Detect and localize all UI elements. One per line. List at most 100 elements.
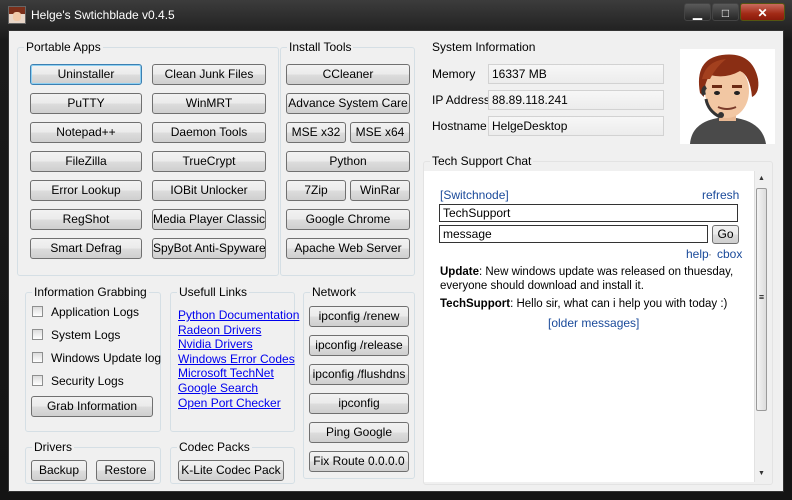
chat-message-author: TechSupport	[440, 298, 511, 310]
ipconfig-release-button[interactable]: ipconfig /release	[309, 335, 409, 356]
portable-apps-group: Portable Apps Uninstaller PuTTY Notepad+…	[17, 40, 279, 276]
ccleaner-button[interactable]: CCleaner	[286, 64, 410, 85]
information-grabbing-group: Information Grabbing Application Logs Sy…	[25, 285, 162, 432]
nvidia-drivers-link[interactable]: Nvidia Drivers	[178, 337, 253, 351]
regshot-button[interactable]: RegShot	[30, 209, 142, 230]
support-avatar-image	[680, 49, 775, 144]
window-title: Helge's Swtichblade v0.4.5	[31, 8, 175, 22]
help-cbox-separator: ·	[708, 247, 712, 261]
advance-system-care-button[interactable]: Advance System Care	[286, 93, 410, 114]
checkbox-box[interactable]	[32, 352, 43, 363]
ipconfig-flushdns-button[interactable]: ipconfig /flushdns	[309, 364, 409, 385]
k-lite-codec-pack-button[interactable]: K-Lite Codec Pack	[178, 460, 284, 481]
ip-address-label: IP Address	[432, 93, 490, 107]
python-documentation-link[interactable]: Python Documentation	[178, 308, 299, 322]
tech-support-chat-group: Tech Support Chat [Switchnode] refresh T…	[423, 154, 773, 485]
app-avatar-icon	[8, 6, 26, 24]
system-information-title: System Information	[430, 40, 538, 54]
truecrypt-button[interactable]: TrueCrypt	[152, 151, 266, 172]
ipconfig-button[interactable]: ipconfig	[309, 393, 409, 414]
client-area: Portable Apps Uninstaller PuTTY Notepad+…	[8, 30, 784, 492]
hostname-label: Hostname	[432, 119, 487, 133]
help-link[interactable]: help	[686, 247, 709, 261]
checkbox-box[interactable]	[32, 375, 43, 386]
smart-defrag-button[interactable]: Smart Defrag	[30, 238, 142, 259]
winmrt-button[interactable]: WinMRT	[152, 93, 266, 114]
google-chrome-button[interactable]: Google Chrome	[286, 209, 410, 230]
memory-value: 16337 MB	[488, 64, 664, 84]
scroll-up-arrow-icon[interactable]: ▲	[755, 172, 768, 186]
grab-information-button[interactable]: Grab Information	[31, 396, 153, 417]
putty-button[interactable]: PuTTY	[30, 93, 142, 114]
title-bar[interactable]: Helge's Swtichblade v0.4.5 ▁ □ ✕	[0, 0, 792, 30]
checkbox-label: Windows Update log	[51, 351, 162, 365]
install-tools-title: Install Tools	[287, 40, 354, 54]
ipconfig-renew-button[interactable]: ipconfig /renew	[309, 306, 409, 327]
fix-route-button[interactable]: Fix Route 0.0.0.0	[309, 451, 409, 472]
spybot-button[interactable]: SpyBot Anti-Spyware	[152, 238, 266, 259]
7zip-button[interactable]: 7Zip	[286, 180, 346, 201]
tech-support-chat-title: Tech Support Chat	[430, 154, 534, 168]
memory-label: Memory	[432, 67, 476, 81]
restore-button[interactable]: Restore	[96, 460, 155, 481]
codec-packs-title: Codec Packs	[177, 440, 252, 454]
chat-message-input[interactable]: message	[439, 225, 708, 243]
useful-links-title: Usefull Links	[177, 285, 250, 299]
python-button[interactable]: Python	[286, 151, 410, 172]
older-messages-link[interactable]: [older messages]	[548, 316, 639, 330]
drivers-group: Drivers Backup Restore	[25, 440, 161, 484]
mse-x32-button[interactable]: MSE x32	[286, 122, 346, 143]
open-port-checker-link[interactable]: Open Port Checker	[178, 396, 281, 410]
error-lookup-button[interactable]: Error Lookup	[30, 180, 142, 201]
windows-error-codes-link[interactable]: Windows Error Codes	[178, 352, 295, 366]
codec-packs-group: Codec Packs K-Lite Codec Pack	[170, 440, 295, 484]
google-search-link[interactable]: Google Search	[178, 381, 258, 395]
clean-junk-files-button[interactable]: Clean Junk Files	[152, 64, 266, 85]
close-button[interactable]: ✕	[740, 3, 785, 21]
uninstaller-button[interactable]: Uninstaller	[30, 64, 142, 85]
mse-x64-button[interactable]: MSE x64	[350, 122, 410, 143]
minimize-button[interactable]: ▁	[684, 3, 711, 21]
checkbox-label: Security Logs	[51, 374, 124, 388]
app-window: Helge's Swtichblade v0.4.5 ▁ □ ✕ Portabl…	[0, 0, 792, 500]
chat-area: [Switchnode] refresh TechSupport message…	[424, 171, 754, 482]
chat-go-button[interactable]: Go	[712, 225, 739, 244]
chat-message: TechSupport: Hello sir, what can i help …	[440, 297, 745, 311]
network-title: Network	[310, 285, 359, 299]
checkbox-label: System Logs	[51, 328, 121, 342]
microsoft-technet-link[interactable]: Microsoft TechNet	[178, 366, 274, 380]
maximize-button[interactable]: □	[712, 3, 739, 21]
refresh-link[interactable]: refresh	[702, 188, 739, 202]
information-grabbing-title: Information Grabbing	[32, 285, 149, 299]
ip-address-value: 88.89.118.241	[488, 90, 664, 110]
ping-google-button[interactable]: Ping Google	[309, 422, 409, 443]
chat-name-input[interactable]: TechSupport	[439, 204, 738, 222]
daemon-tools-button[interactable]: Daemon Tools	[152, 122, 266, 143]
network-group: Network ipconfig /renew ipconfig /releas…	[303, 285, 415, 479]
useful-links-group: Usefull Links Python Documentation Radeo…	[170, 285, 299, 432]
scroll-down-arrow-icon[interactable]: ▼	[755, 467, 768, 481]
radeon-drivers-link[interactable]: Radeon Drivers	[178, 323, 261, 337]
chat-message: Update: New windows update was released …	[440, 265, 735, 293]
drivers-title: Drivers	[32, 440, 74, 454]
chat-message-text: : Hello sir, what can i help you with to…	[510, 298, 728, 310]
media-player-classic-button[interactable]: Media Player Classic	[152, 209, 266, 230]
checkbox-box[interactable]	[32, 329, 43, 340]
apache-web-server-button[interactable]: Apache Web Server	[286, 238, 410, 259]
chat-scrollbar[interactable]: ▲ ≡ ▼	[754, 171, 768, 482]
scrollbar-grip-icon: ≡	[758, 292, 765, 302]
chat-message-author: Update	[440, 266, 479, 278]
scrollbar-thumb[interactable]: ≡	[756, 188, 767, 411]
filezilla-button[interactable]: FileZilla	[30, 151, 142, 172]
iobit-unlocker-button[interactable]: IOBit Unlocker	[152, 180, 266, 201]
chat-message-text: : New windows update was released on thu…	[440, 266, 734, 292]
notepad-plus-plus-button[interactable]: Notepad++	[30, 122, 142, 143]
backup-button[interactable]: Backup	[31, 460, 87, 481]
winrar-button[interactable]: WinRar	[350, 180, 410, 201]
checkbox-label: Application Logs	[51, 305, 140, 319]
checkbox-box[interactable]	[32, 306, 43, 317]
portable-apps-title: Portable Apps	[24, 40, 103, 54]
switchnode-link[interactable]: [Switchnode]	[440, 188, 509, 202]
install-tools-group: Install Tools CCleaner Advance System Ca…	[280, 40, 415, 276]
cbox-link[interactable]: cbox	[717, 247, 742, 261]
